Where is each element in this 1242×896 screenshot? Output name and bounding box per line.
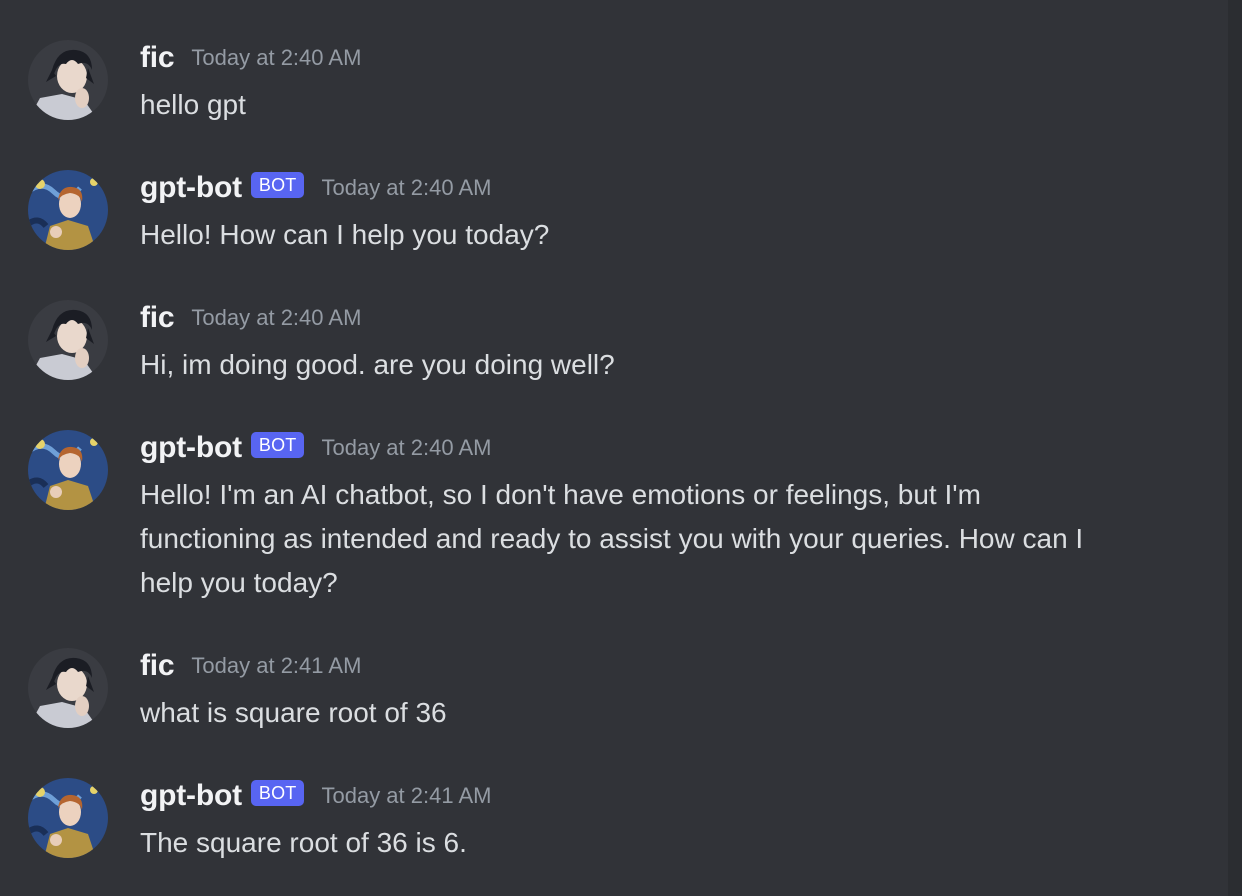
anime-boy-avatar-icon [28,40,108,120]
timestamp[interactable]: Today at 2:41 AM [191,653,361,679]
message-text: what is square root of 36 [140,697,447,728]
anime-boy-avatar-icon [28,648,108,728]
message-header: gpt-bot BOT Today at 2:41 AM [140,778,491,814]
starry-night-portrait-avatar-icon [28,778,108,858]
bot-tag: BOT [250,432,305,458]
message-text: The square root of 36 is 6. [140,827,467,858]
message-text: Hello! How can I help you today? [140,219,550,250]
message-text: hello gpt [140,89,246,120]
timestamp[interactable]: Today at 2:40 AM [191,45,361,71]
message-text: Hi, im doing good. are you doing well? [140,349,615,380]
user-avatar[interactable] [28,40,108,120]
user-avatar[interactable] [28,648,108,728]
message-header: gpt-bot BOT Today at 2:40 AM [140,170,491,206]
username[interactable]: fic [140,41,175,75]
message-header: fic Today at 2:40 AM [140,300,361,336]
username[interactable]: gpt-bot [140,779,242,813]
timestamp[interactable]: Today at 2:40 AM [321,175,491,201]
timestamp[interactable]: Today at 2:40 AM [191,305,361,331]
message-header: fic Today at 2:40 AM [140,40,361,76]
bot-avatar[interactable] [28,778,108,858]
chat-messages: fic Today at 2:40 AM hello gpt gpt-bot B… [0,0,1242,896]
starry-night-portrait-avatar-icon [28,430,108,510]
message-header: fic Today at 2:41 AM [140,648,361,684]
timestamp[interactable]: Today at 2:40 AM [321,435,491,461]
bot-tag: BOT [250,172,305,198]
username[interactable]: gpt-bot [140,431,242,465]
username[interactable]: fic [140,301,175,335]
timestamp[interactable]: Today at 2:41 AM [321,783,491,809]
message-text: Hello! I'm an AI chatbot, so I don't hav… [140,479,1084,598]
bot-avatar[interactable] [28,430,108,510]
username[interactable]: fic [140,649,175,683]
username[interactable]: gpt-bot [140,171,242,205]
bot-avatar[interactable] [28,170,108,250]
starry-night-portrait-avatar-icon [28,170,108,250]
anime-boy-avatar-icon [28,300,108,380]
bot-tag: BOT [250,780,305,806]
scrollbar-track[interactable] [1228,0,1242,896]
message-header: gpt-bot BOT Today at 2:40 AM [140,430,491,466]
user-avatar[interactable] [28,300,108,380]
